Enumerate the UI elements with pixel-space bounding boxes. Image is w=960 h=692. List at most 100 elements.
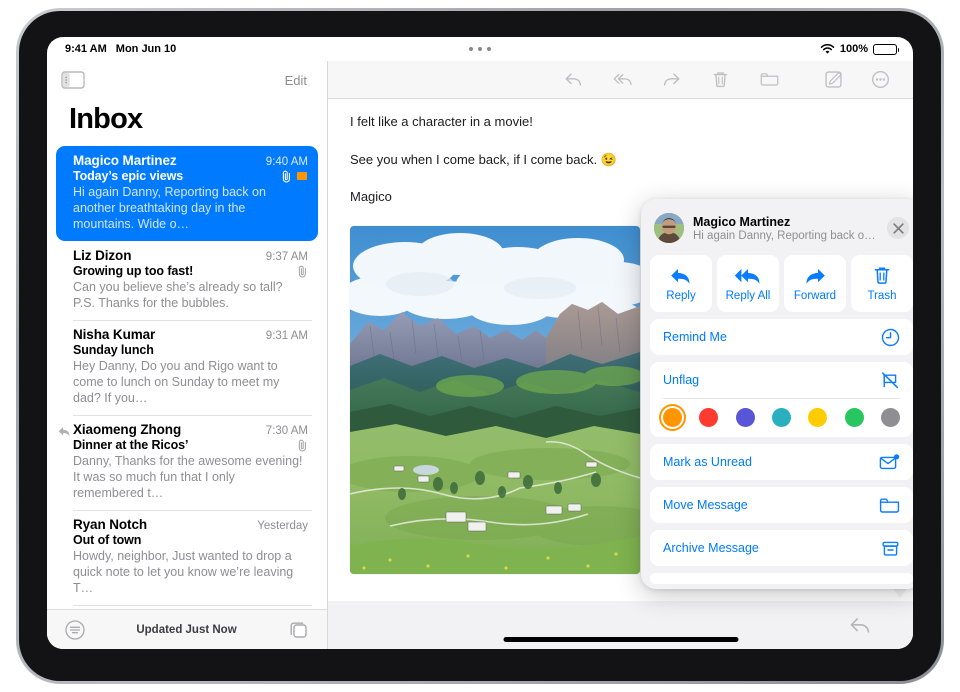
forward-icon[interactable] [661,69,682,90]
ipad-device-frame: 9:41 AM Mon Jun 10 100% Edit Inbox Magic… [16,8,944,684]
row-status-icons [297,439,308,452]
attachment-icon [298,265,306,277]
timestamp: 9:40 AM [265,156,308,168]
reply-all-icon [734,268,760,284]
list-item[interactable]: Ryan Notch Yesterday Out of town Howdy, nei… [56,510,318,605]
flag-swatch-teal[interactable] [771,408,791,427]
status-date: Mon Jun 10 [115,43,177,55]
row-status-icons [297,265,308,278]
row-subject-line: Out of town [73,533,308,547]
folder-icon[interactable] [759,69,780,90]
timestamp: Yesterday [257,520,308,532]
remind-me-card: Remind Me [650,319,913,355]
battery-percent: 100% [839,43,868,55]
move-message-label: Move Message [663,498,748,512]
partial-next-card[interactable] [650,573,913,584]
status-bar-right: 100% [820,43,899,55]
sidebar-toggle-icon[interactable] [61,71,85,89]
move-message-card: Move Message [650,487,913,523]
list-item[interactable]: Liz Dizon 9:37 AM Growing up too fast! Can … [56,241,318,320]
reply-all-icon[interactable] [612,69,633,90]
avatar [654,213,684,243]
mark-as-unread-button[interactable]: Mark as Unread [650,444,913,480]
archive-message-label: Archive Message [663,541,759,555]
sender-name: Liz Dizon [73,248,132,263]
detail-bottom-bar [328,601,913,649]
row-top-line: Liz Dizon 9:37 AM [73,248,308,263]
row-subject-line: Sunday lunch [73,343,308,357]
flag-swatch-green[interactable] [844,408,864,427]
flag-slash-icon [881,371,899,388]
row-top-line: Ryan Notch Yesterday [73,517,308,532]
subject: Sunday lunch [73,343,154,357]
mailbox-sidebar: Edit Inbox Magico Martinez 9:40 AM Today’s… [47,61,328,649]
unflag-button[interactable]: Unflag [650,362,913,398]
list-item[interactable]: Nisha Kumar 9:31 AM Sunday lunch Hey Danny,… [56,320,318,415]
reply-icon[interactable] [563,69,584,90]
flag-swatch-red[interactable] [699,408,719,427]
compose-icon[interactable] [823,69,844,90]
archive-message-button[interactable]: Archive Message [650,530,913,566]
reply-icon[interactable] [847,614,873,636]
list-item[interactable]: Po-Chun YehYesterdayLunch call?Think you… [56,605,318,609]
forward-button[interactable]: Forward [784,255,846,312]
flag-card: Unflag [650,362,913,437]
archivebox-icon [882,541,899,556]
popover-preview: Hi again Danny, Reporting back o… [693,229,876,242]
remind-me-label: Remind Me [663,330,727,344]
timestamp: 9:37 AM [265,251,308,263]
preview-text: Can you believe she’s already so tall? P… [73,280,283,310]
attachment-icon [282,170,290,182]
reply-label: Reply [666,289,696,302]
quick-actions-row: Reply Reply All Forward Trash [650,255,913,312]
new-window-icon[interactable] [288,619,309,640]
popover-header: Magico Martinez Hi again Danny, Reportin… [650,208,913,255]
reply-button[interactable]: Reply [650,255,712,312]
subject: Today’s epic views [73,169,184,183]
trash-icon[interactable] [710,69,731,90]
flag-color-swatches[interactable] [650,399,913,437]
preview-text: Hi again Danny, Reporting back on anothe… [73,185,266,231]
home-indicator [503,637,738,642]
mark-unread-card: Mark as Unread [650,444,913,480]
flag-icon [297,172,307,180]
flag-swatch-purple[interactable] [735,408,755,427]
row-divider [73,320,312,321]
row-divider [73,415,312,416]
message-list[interactable]: Magico Martinez 9:40 AM Today’s epic views… [47,146,327,609]
forward-icon [806,268,825,284]
reply-all-label: Reply All [725,289,771,302]
close-icon[interactable] [887,217,909,239]
status-time: 9:41 AM [65,43,107,55]
multitasking-dots-icon[interactable] [469,47,491,51]
folder-icon [879,498,900,513]
mountain-meadow-photo[interactable] [350,225,640,574]
edit-button[interactable]: Edit [285,73,307,88]
preview-text: Howdy, neighbor, Just wanted to drop a q… [73,549,294,595]
list-item[interactable]: Magico Martinez 9:40 AM Today’s epic views… [56,146,318,241]
filter-icon[interactable] [65,619,85,640]
flag-swatch-gray[interactable] [880,408,900,427]
remind-me-button[interactable]: Remind Me [650,319,913,355]
move-message-button[interactable]: Move Message [650,487,913,523]
row-status-icons [281,170,308,183]
trash-button[interactable]: Trash [851,255,913,312]
more-ellipsis-icon[interactable] [870,69,891,90]
trash-label: Trash [867,290,897,302]
sidebar-bottom-bar: Updated Just Now [47,609,327,649]
row-top-line: Nisha Kumar 9:31 AM [73,327,308,342]
ipad-bezel: 9:41 AM Mon Jun 10 100% Edit Inbox Magic… [19,11,941,681]
page-title: Inbox [69,103,143,135]
flag-swatch-yellow[interactable] [808,408,828,427]
detail-toolbar [328,61,913,99]
clock-icon [881,328,900,346]
popover-sender-name: Magico Martinez [693,214,791,229]
preview-text: Danny, Thanks for the awesome evening! I… [73,454,303,500]
reply-all-button[interactable]: Reply All [717,255,779,312]
list-item[interactable]: Xiaomeng Zhong 7:30 AM Dinner at the Ricos… [56,415,318,510]
mark-as-unread-label: Mark as Unread [663,455,752,469]
subject: Out of town [73,533,142,547]
timestamp: 9:31 AM [265,330,308,342]
flag-swatch-orange[interactable] [663,408,682,427]
unflag-label: Unflag [663,373,700,387]
